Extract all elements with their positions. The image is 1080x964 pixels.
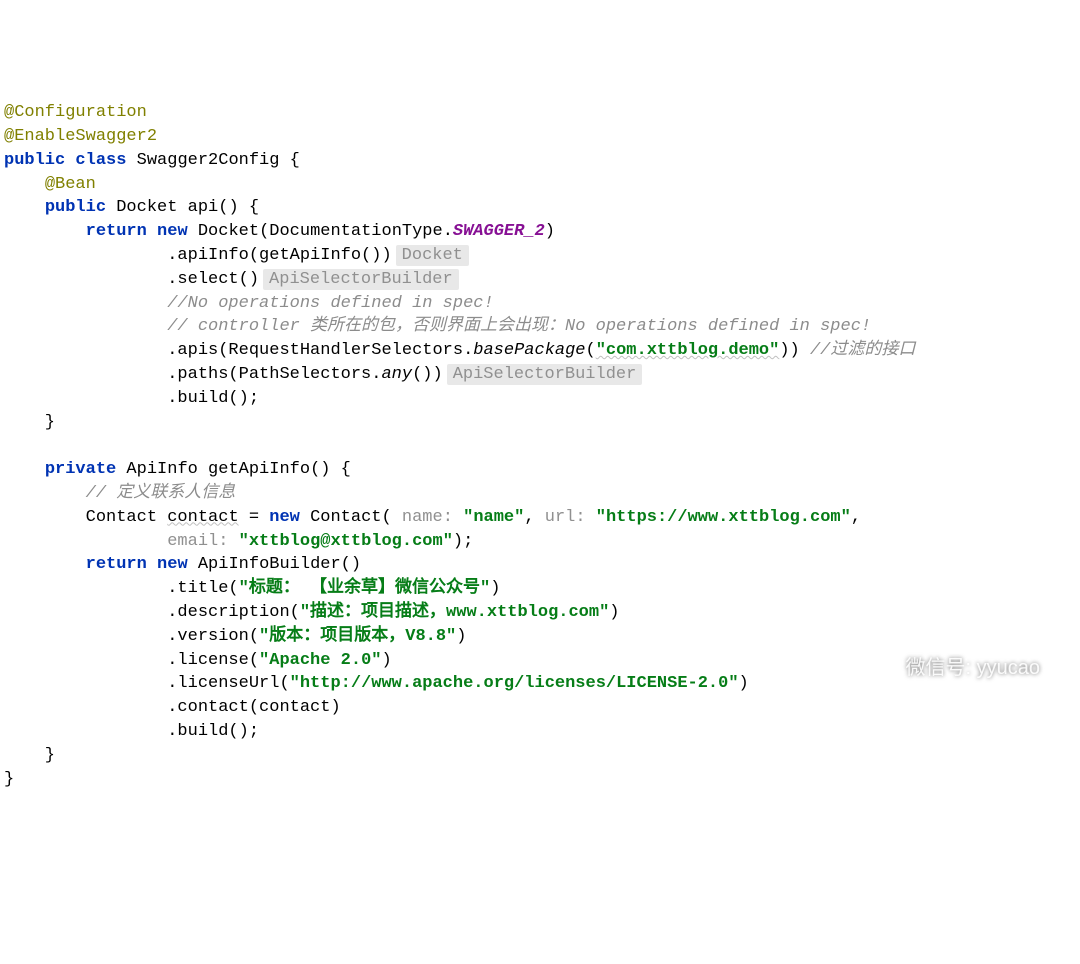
keyword-public: public (45, 198, 106, 217)
var-contact: contact (167, 508, 238, 527)
type-hint-apiselector1: ApiSelectorBuilder (263, 269, 459, 290)
annotation-enableswagger2: @EnableSwagger2 (4, 127, 157, 146)
comment-contact-info: // 定义联系人信息 (4, 484, 235, 503)
comment-noop1: //No operations defined in spec! (4, 294, 494, 313)
const-swagger2: SWAGGER_2 (453, 222, 545, 241)
keyword-private: private (45, 460, 116, 479)
keyword-new: new (157, 222, 188, 241)
type-hint-docket: Docket (396, 245, 469, 266)
string-name: "name" (463, 508, 524, 527)
type-hint-apiselector2: ApiSelectorBuilder (447, 364, 643, 385)
class-name (126, 151, 136, 170)
comment-filter: //过滤的接口 (810, 341, 915, 360)
class-close-brace: } (4, 770, 14, 789)
wechat-icon (870, 657, 898, 679)
string-basepackage: "com.xttblog.demo" (596, 341, 780, 360)
param-hint-email: email: (167, 532, 238, 551)
string-version: "版本：项目版本，V8.8" (259, 627, 456, 646)
watermark: 微信号: yyucao (870, 654, 1040, 682)
param-hint-name: name: (402, 508, 463, 527)
keyword-new: new (157, 555, 188, 574)
string-url: "https://www.xttblog.com" (596, 508, 851, 527)
keyword-return: return (86, 222, 147, 241)
annotation-bean: @Bean (45, 175, 96, 194)
watermark-text: 微信号: yyucao (906, 654, 1040, 682)
method-basepackage: basePackage (473, 341, 585, 360)
keyword-public: public (4, 151, 65, 170)
keyword-return: return (86, 555, 147, 574)
method-api-sig: Docket api() { (106, 198, 259, 217)
string-title: "标题： 【业余草】微信公众号" (239, 579, 491, 598)
comment-controller: // controller 类所在的包，否则界面上会出现：No operatio… (4, 317, 871, 336)
method-any: any (381, 365, 412, 384)
annotation-configuration: @Configuration (4, 103, 147, 122)
string-license: "Apache 2.0" (259, 651, 381, 670)
keyword-new: new (269, 508, 300, 527)
keyword-class: class (75, 151, 126, 170)
string-description: "描述：项目描述，www.xttblog.com" (300, 603, 609, 622)
string-licenseurl: "http://www.apache.org/licenses/LICENSE-… (290, 674, 739, 693)
class-name-text: Swagger2Config (137, 151, 280, 170)
string-email: "xttblog@xttblog.com" (239, 532, 453, 551)
method-getapiinfo-sig: ApiInfo getApiInfo() { (116, 460, 351, 479)
param-hint-url: url: (545, 508, 596, 527)
